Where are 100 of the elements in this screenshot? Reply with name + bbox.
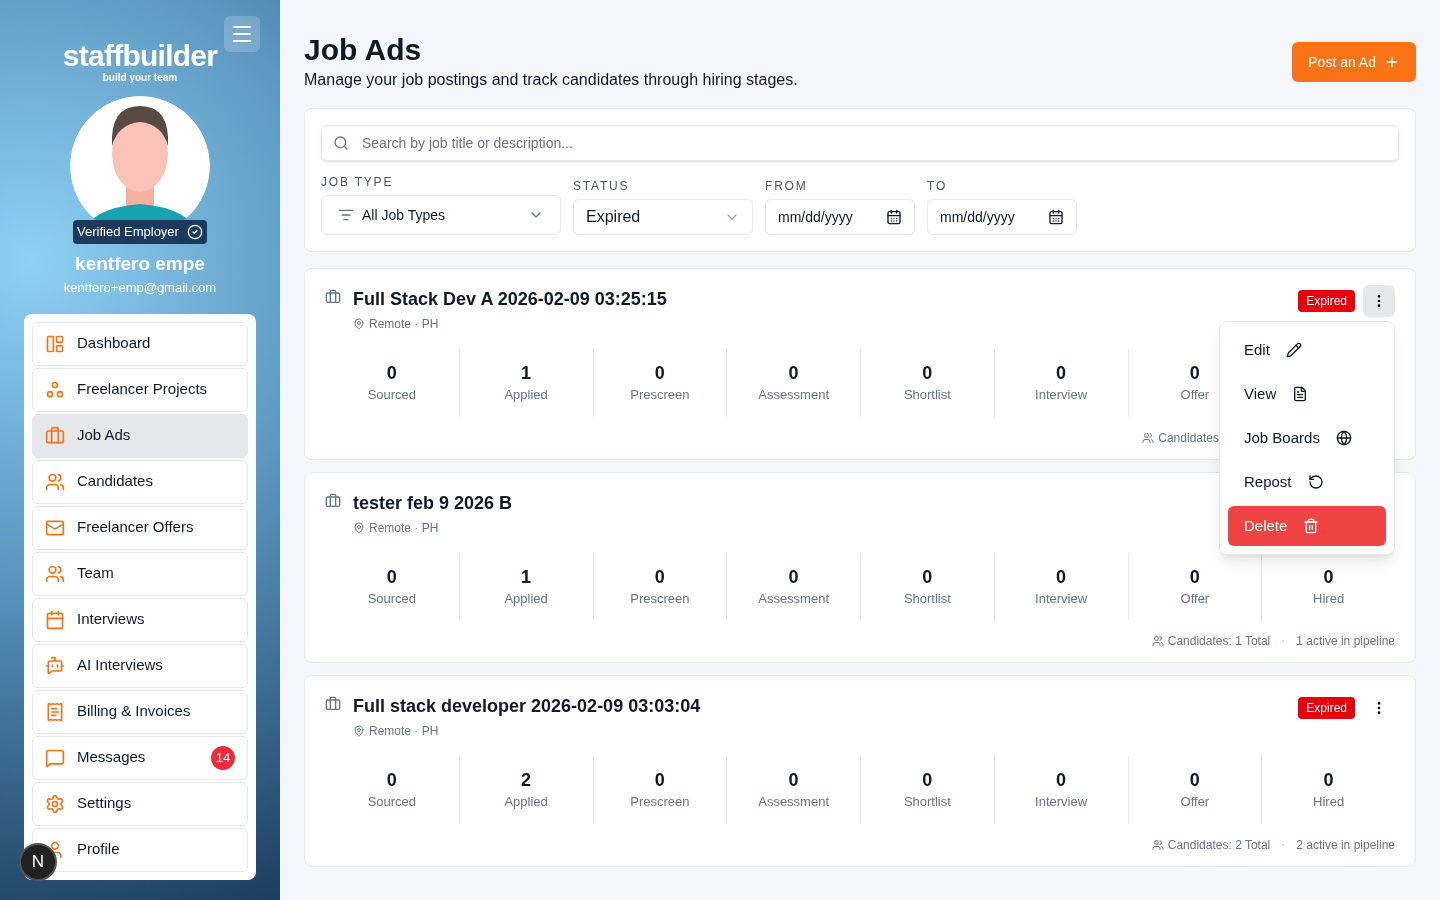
stage-count: 0 [386, 565, 397, 589]
stage-count: 0 [1189, 565, 1200, 589]
nav-item[interactable]: Job Ads [32, 413, 248, 458]
circles-icon [45, 379, 65, 400]
nav-item[interactable]: Freelancer Offers [32, 505, 248, 550]
field-label: TO [927, 178, 949, 195]
stage-label: Interview [1035, 386, 1088, 404]
stage-label: Prescreen [630, 589, 690, 608]
stage-count: 0 [1189, 769, 1200, 792]
receipt-icon [45, 701, 65, 722]
stage-label: Assessment [758, 386, 830, 404]
stage-count: 0 [1323, 565, 1334, 589]
stage-label: Offer [1180, 793, 1210, 811]
nav-item[interactable]: Dashboard [32, 321, 248, 366]
check-icon [186, 223, 203, 240]
search-icon [333, 135, 349, 151]
location-icon [353, 521, 365, 534]
robot-icon [45, 655, 65, 676]
globe-icon [1335, 430, 1352, 446]
field-label: JOB TYPE [321, 174, 395, 191]
stage-label: Interview [1035, 793, 1088, 811]
job-title[interactable]: Full Stack Dev A 2026-02-09 03:25:15 [353, 287, 1299, 311]
nav-item[interactable]: Team [32, 551, 248, 596]
stage-count: 0 [386, 362, 397, 385]
pipeline-count: 1 active in pipeline [1296, 633, 1395, 650]
stage-label: Applied [504, 589, 548, 608]
chat-icon [45, 747, 65, 768]
logo: staffbuilder [62, 40, 218, 72]
more-button[interactable] [1363, 285, 1395, 317]
menu-item[interactable]: View [1228, 374, 1386, 414]
stage-label: Offer [1180, 589, 1210, 608]
nav-item[interactable]: Settings [32, 781, 248, 826]
stage-label: Sourced [367, 793, 417, 811]
filter-icon [338, 207, 354, 223]
stage-label: Assessment [758, 793, 830, 811]
search-field[interactable]: Search by job title or description... [321, 125, 1399, 161]
stage-count: 0 [788, 565, 799, 589]
nav-item[interactable]: Freelancer Projects [32, 367, 248, 412]
briefcase-icon [325, 492, 341, 509]
count-badge: 14 [211, 745, 235, 770]
nav-item[interactable]: Interviews [32, 597, 248, 642]
menu-item[interactable]: Job Boards [1228, 418, 1386, 458]
dashboard-icon [45, 333, 65, 354]
page-subtitle: Manage your job postings and track candidates through hiring stages. [304, 70, 798, 90]
stage-count: 0 [1323, 769, 1334, 792]
stage-count: 0 [654, 362, 665, 385]
status-badge: Expired [1298, 290, 1355, 312]
stage-label: Assessment [758, 589, 830, 608]
candidates-total: Candidates: 1 Total [1167, 633, 1271, 650]
stage-count: 0 [654, 565, 665, 589]
nav-item[interactable]: Messages 14 [32, 735, 248, 780]
stage-label: Hired [1313, 589, 1345, 608]
calendar-icon [1048, 209, 1064, 225]
stage-count: 0 [1056, 362, 1067, 385]
document-icon [1292, 386, 1309, 402]
menu-item[interactable]: Repost [1228, 462, 1386, 502]
menu-item[interactable]: Edit [1228, 330, 1386, 370]
candidates-total: Candidates: 2 Total [1167, 836, 1271, 854]
nav-item[interactable]: Candidates [32, 459, 248, 504]
candidates-total: Candidates [1158, 429, 1219, 447]
plus-icon [1384, 54, 1400, 70]
stage-label: Sourced [367, 386, 417, 404]
status-select[interactable]: Expired [573, 199, 753, 235]
stage-count: 2 [521, 769, 532, 792]
trash-icon [1303, 518, 1320, 534]
pencil-icon [1285, 342, 1302, 358]
user-name: kentfero empe [75, 251, 205, 276]
date-field[interactable]: mm/dd/yyyy [927, 199, 1077, 235]
stage-label: Shortlist [903, 386, 951, 404]
nav-item[interactable]: AI Interviews [32, 643, 248, 688]
people-icon [1151, 635, 1164, 647]
pipeline-count: 2 active in pipeline [1296, 836, 1395, 854]
stage-count: 1 [521, 362, 532, 385]
job-location: Remote · PH [369, 316, 439, 333]
dev-badge[interactable]: N [19, 843, 57, 881]
stage-label: Interview [1035, 589, 1088, 608]
field-label: STATUS [573, 178, 631, 195]
people-icon [45, 563, 65, 584]
stage-count: 0 [386, 769, 397, 792]
job-type-select[interactable]: All Job Types [321, 195, 561, 235]
status-badge: Expired [1298, 697, 1355, 719]
nav-item[interactable]: Billing & Invoices [32, 689, 248, 734]
calendar-icon [45, 609, 65, 630]
location-icon [353, 725, 365, 737]
stage-label: Shortlist [903, 589, 951, 608]
stage-count: 0 [1189, 362, 1200, 385]
stage-count: 0 [922, 769, 933, 792]
stage-count: 0 [1056, 769, 1067, 792]
stage-label: Sourced [367, 589, 417, 608]
stage-count: 1 [521, 565, 532, 589]
job-location: Remote · PH [369, 519, 439, 537]
stage-label: Prescreen [630, 793, 690, 811]
stage-label: Offer [1180, 386, 1210, 404]
stage-label: Shortlist [903, 793, 951, 811]
date-field[interactable]: mm/dd/yyyy [765, 199, 915, 235]
menu-button[interactable] [224, 16, 260, 52]
job-title[interactable]: Full stack developer 2026-02-09 03:03:04 [353, 694, 1299, 718]
user-email: kentfero+emp@gmail.com [63, 279, 217, 297]
briefcase-icon [325, 696, 341, 712]
stage-count: 0 [922, 362, 933, 385]
